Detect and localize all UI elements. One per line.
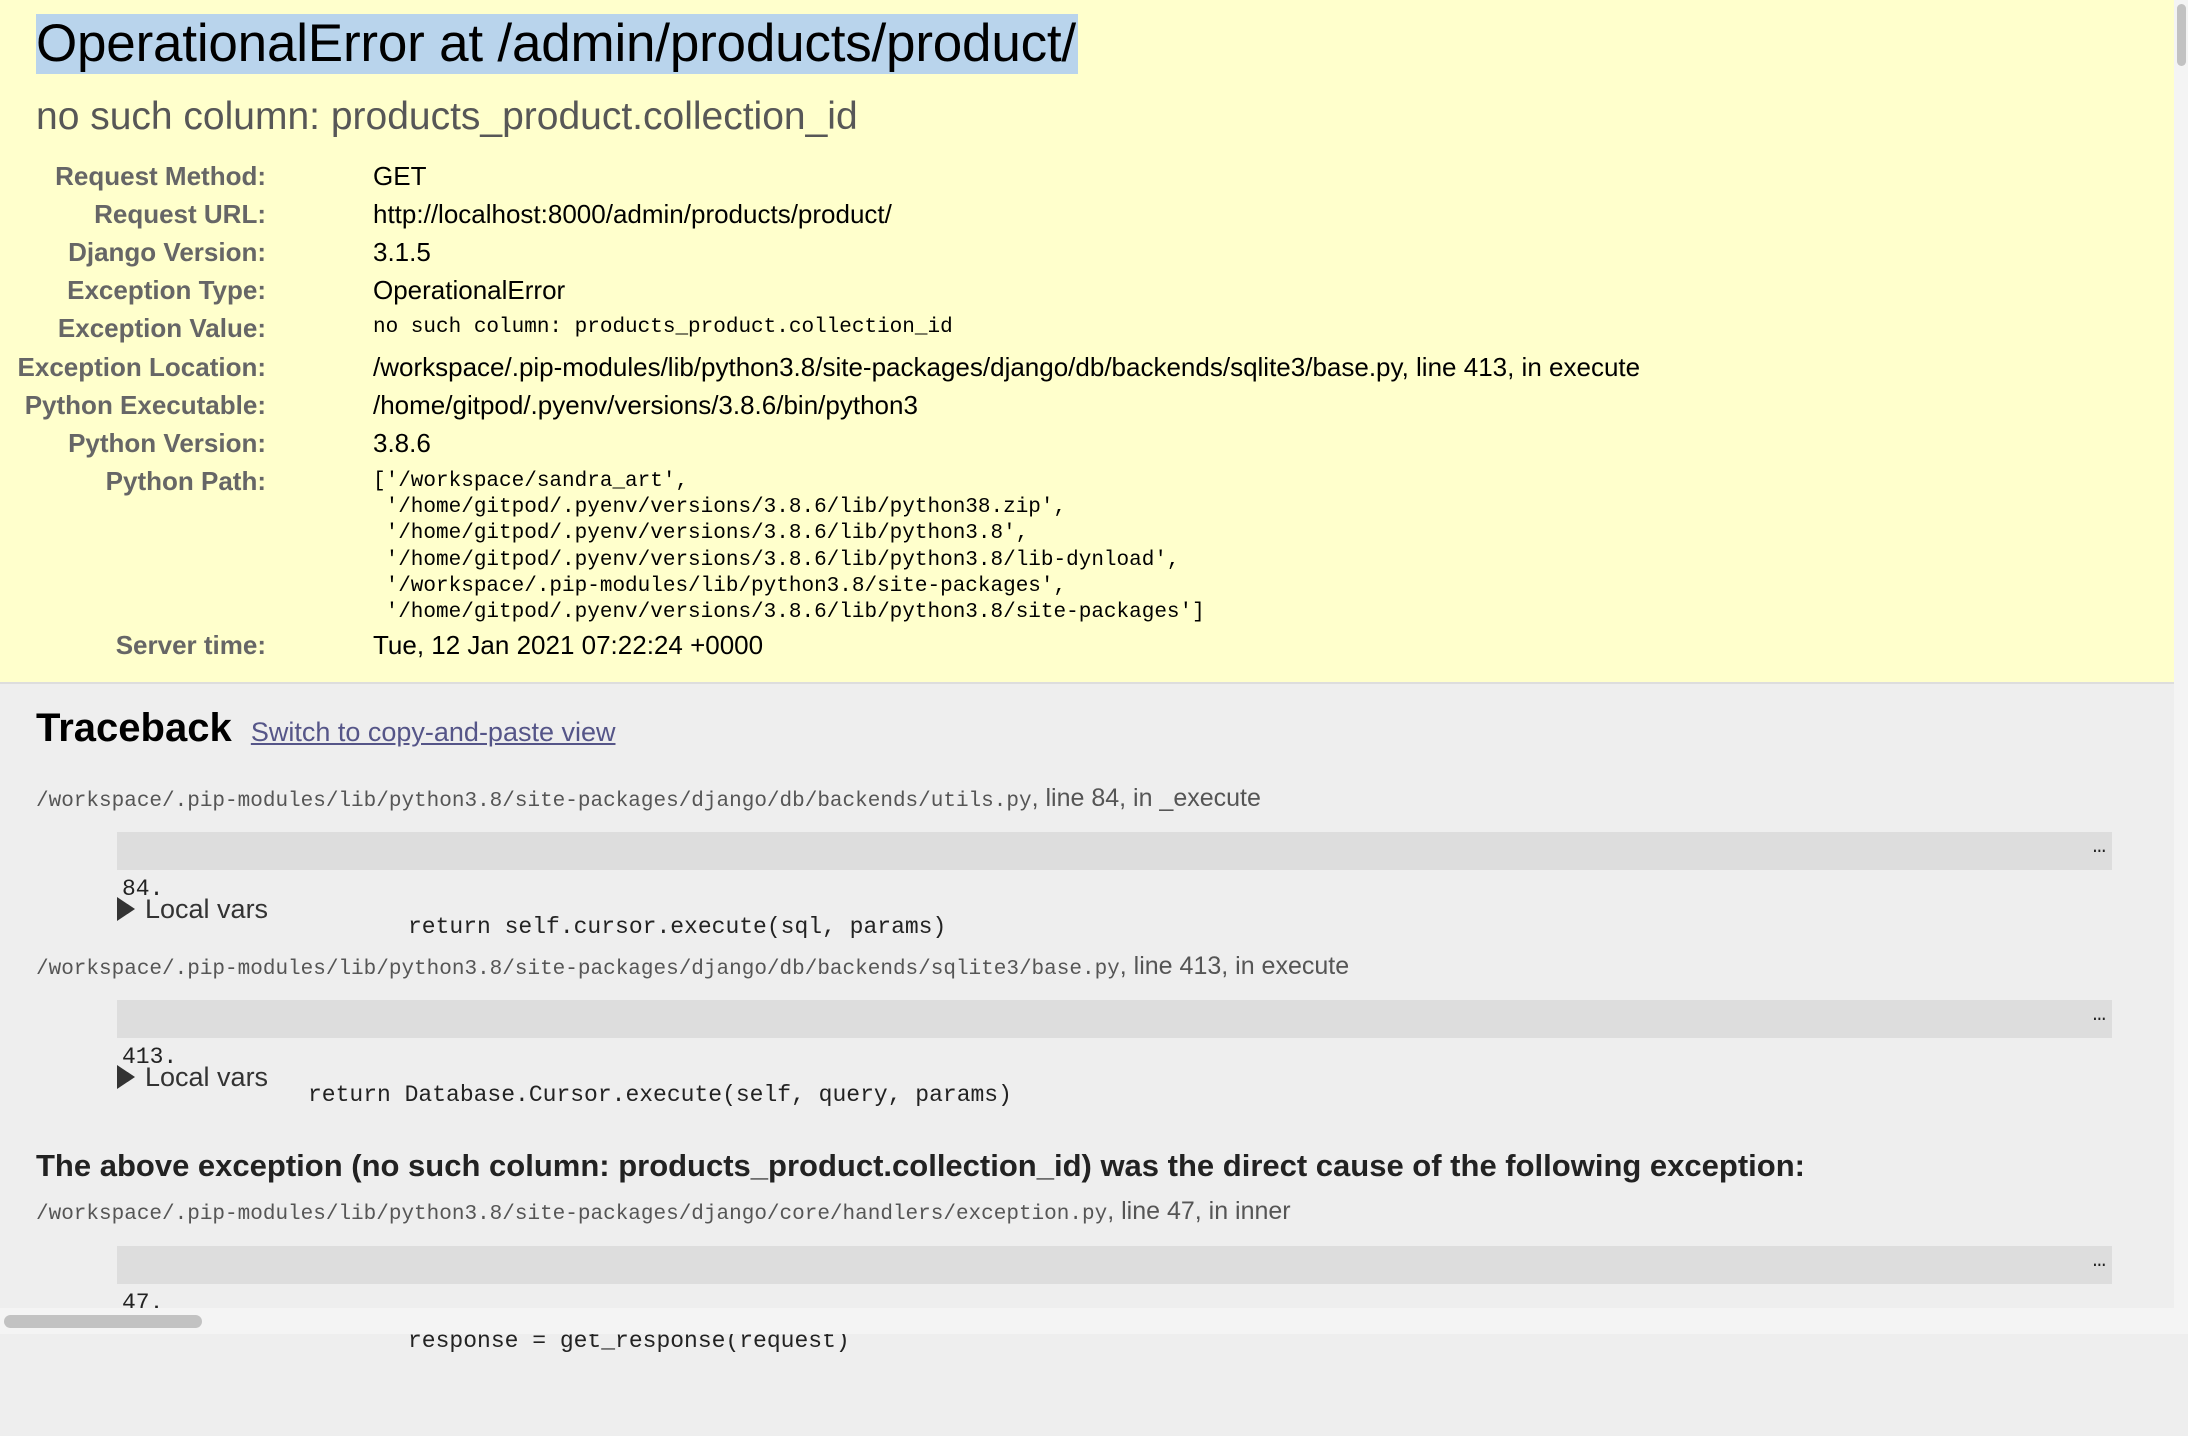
meta-label: Exception Value: [57,313,266,343]
code-source: return self.cursor.execute(sql, params) [408,914,947,940]
expand-context-ellipsis[interactable]: … [2093,996,2106,1034]
frame-file-location: /workspace/.pip-modules/lib/python3.8/si… [36,782,1261,818]
meta-value: 3.8.6 [373,428,431,458]
traceback-title: Traceback [36,706,232,750]
traceback-heading: Traceback Switch to copy-and-paste view [36,704,616,756]
frame-line-info: , line 84, in _execute [1031,784,1261,812]
meta-label: Python Path: [105,466,266,496]
meta-value: GET [373,161,427,191]
code-source: return Database.Cursor.execute(self, que… [308,1082,1012,1108]
frame-code-context[interactable]: 47. response = get_response(request) … [117,1246,2112,1354]
python-path-list: ['/workspace/sandra_art', '/home/gitpod/… [373,470,1205,625]
vertical-scrollbar-thumb[interactable] [2177,4,2186,66]
frame-line-info: , line 413, in execute [1119,952,1350,980]
page-title: OperationalError at /admin/products/prod… [36,14,1078,74]
meta-label: Python Version: [68,428,266,458]
meta-value: Tue, 12 Jan 2021 07:22:24 +0000 [373,630,764,660]
error-summary-panel: OperationalError at /admin/products/prod… [0,0,2174,684]
copy-paste-view-link[interactable]: Switch to copy-and-paste view [251,717,616,747]
frame-line-info: , line 47, in inner [1107,1197,1291,1225]
horizontal-scrollbar-thumb[interactable] [4,1315,202,1328]
meta-label: Request URL: [94,199,266,229]
local-vars-toggle[interactable]: Local vars [117,892,268,926]
frame-file-path: /workspace/.pip-modules/lib/python3.8/si… [36,958,1120,981]
frame-code-context[interactable]: 413. return Database.Cursor.execute(self… [117,1000,2112,1108]
meta-value: /workspace/.pip-modules/lib/python3.8/si… [373,352,1641,382]
meta-value: /home/gitpod/.pyenv/versions/3.8.6/bin/p… [373,390,918,420]
meta-value: http://localhost:8000/admin/products/pro… [373,199,892,229]
frame-code-context[interactable]: 84. return self.cursor.execute(sql, para… [117,832,2112,940]
frame-file-path: /workspace/.pip-modules/lib/python3.8/si… [36,1203,1108,1226]
frame-file-path: /workspace/.pip-modules/lib/python3.8/si… [36,790,1032,813]
error-message: no such column: products_product.collect… [36,95,858,138]
expand-context-ellipsis[interactable]: … [2093,1242,2106,1280]
expand-context-ellipsis[interactable]: … [2093,828,2106,866]
exception-cause-heading: The above exception (no such column: pro… [36,1148,1805,1183]
meta-label: Request Method: [55,161,266,191]
meta-label: Django Version: [68,237,266,267]
frame-file-location: /workspace/.pip-modules/lib/python3.8/si… [36,950,1349,986]
meta-value: OperationalError [373,275,566,305]
triangle-right-icon [117,897,135,921]
meta-value: no such column: products_product.collect… [373,316,953,339]
traceback-section: Traceback Switch to copy-and-paste view … [0,686,2174,1354]
meta-label: Python Executable: [24,390,266,420]
vertical-scrollbar[interactable] [2174,0,2188,1308]
meta-label: Exception Type: [67,275,266,305]
meta-label: Server time: [115,630,266,660]
frame-file-location: /workspace/.pip-modules/lib/python3.8/si… [36,1195,1291,1231]
triangle-right-icon [117,1065,135,1089]
local-vars-label: Local vars [145,894,269,924]
meta-label: Exception Location: [17,352,266,382]
local-vars-toggle[interactable]: Local vars [117,1060,268,1094]
meta-value: 3.1.5 [373,237,431,267]
horizontal-scrollbar[interactable] [0,1308,2188,1334]
local-vars-label: Local vars [145,1062,269,1092]
